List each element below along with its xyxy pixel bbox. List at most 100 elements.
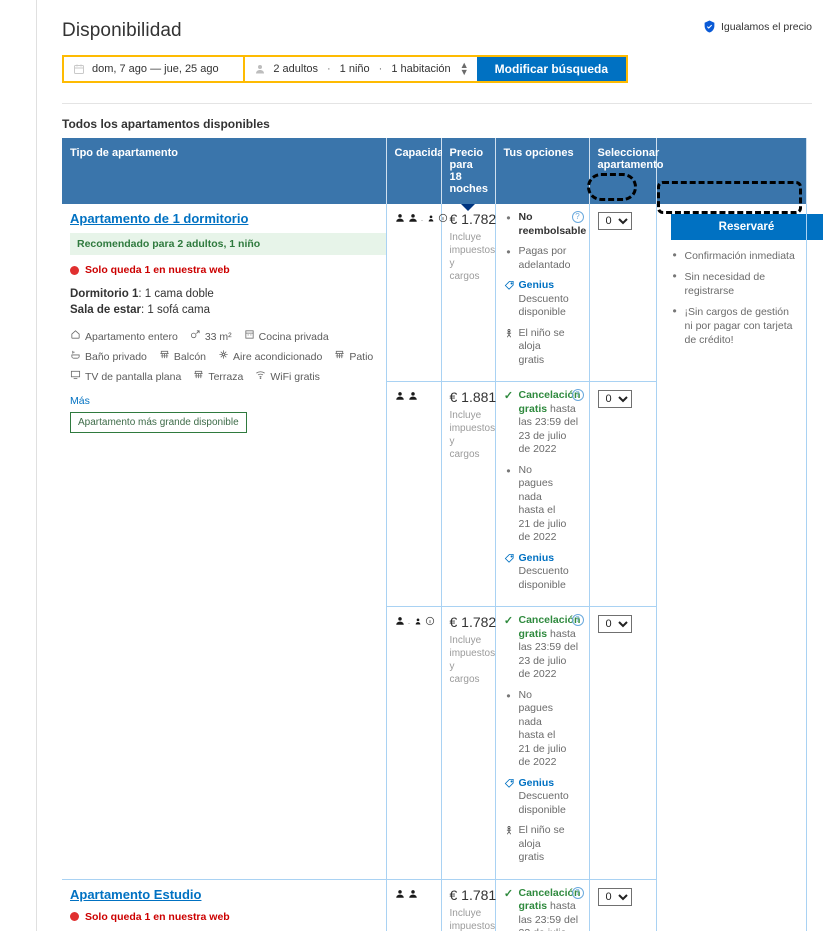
amenity-item: Balcón [159, 349, 206, 365]
quantity-select[interactable]: 01 [597, 212, 632, 230]
column-header-type: Tipo de apartamento [62, 138, 387, 204]
bigger-apartment-badge: Apartamento más grande disponible [70, 412, 247, 433]
price-amount: € 1.881 [449, 389, 497, 405]
question-icon[interactable]: ? [571, 389, 584, 401]
genius-label: Genius [518, 551, 555, 564]
search-bar: dom, 7 ago — jue, 25 ago 2 adultos · 1 n… [62, 55, 628, 83]
table-body: Apartamento de 1 dormitorio Recomendado p… [62, 204, 823, 931]
occupancy-children: 1 niño [339, 63, 370, 75]
genius-label: Genius [518, 776, 555, 789]
amenity-label: Apartamento entero [85, 331, 178, 343]
price-note: Incluye impuestos y cargos [449, 907, 496, 931]
amenity-label: Cocina privada [258, 331, 329, 343]
scarcity-label: Solo queda 1 en nuestra web [85, 264, 230, 276]
options-cell: ? ✓ Cancelación gratis hasta las 23:59 del… [495, 879, 590, 931]
page-title: Disponibilidad [62, 20, 182, 41]
tv-icon [70, 369, 81, 385]
book-button[interactable]: Reservaré [670, 214, 823, 240]
bullet-icon: • [506, 463, 511, 478]
option-item: Genius Descuento disponible [504, 777, 569, 818]
bullet-icon: • [506, 211, 511, 225]
amenity-item: 33 m² [190, 329, 232, 345]
adult-icon [408, 213, 418, 226]
option-item: Genius Descuento disponible [504, 279, 569, 320]
option-text: Descuento disponible [518, 292, 569, 319]
apartment-cell: Apartamento Estudio Solo queda 1 en nuest… [62, 879, 387, 931]
amenity-item: Cocina privada [244, 329, 329, 345]
rate-row: Apartamento de 1 dormitorio Recomendado p… [62, 204, 823, 931]
occupancy-sep-2: · [378, 63, 383, 75]
booking-perk-item: Sin necesidad de registrarse [671, 269, 798, 298]
price-note: Incluye impuestos y cargos [449, 635, 496, 685]
info-icon[interactable] [425, 616, 435, 629]
option-item: ✓ Cancelación gratis hasta las 23:59 del … [504, 887, 580, 931]
booking-perks-list: Confirmación inmediata Sin necesidad de r… [671, 248, 798, 347]
patio-icon [334, 349, 345, 365]
table-header-row: Tipo de apartamento Capacidad Precio par… [62, 138, 807, 211]
genius-tag-icon [504, 279, 514, 320]
price-cell: € 1.782 Incluye impuestos y cargos [441, 606, 496, 880]
quantity-select[interactable]: 01 [597, 615, 632, 633]
capacity-cell: · [386, 204, 447, 382]
apartment-name-link[interactable]: Apartamento Estudio [70, 887, 201, 902]
capacity-cell: · [386, 606, 442, 880]
option-text: No pagues nada hasta el 21 de julio de 2… [518, 688, 567, 769]
amenity-item: Baño privado [70, 349, 147, 365]
quantity-select[interactable]: 01 [597, 887, 632, 906]
occupancy-field[interactable]: 2 adultos · 1 niño · 1 habitación ▲ ▼ [243, 57, 477, 81]
date-range-field[interactable]: dom, 7 ago — jue, 25 ago [64, 57, 244, 81]
question-icon[interactable]: ? [571, 886, 584, 899]
amenity-item: WiFi gratis [255, 369, 320, 385]
apartment-cell: Apartamento de 1 dormitorio Recomendado p… [62, 204, 388, 880]
genius-tag-icon [504, 552, 514, 593]
option-item: • No pagues nada hasta el 21 de julio de … [504, 689, 569, 770]
info-icon[interactable] [438, 213, 448, 226]
more-link[interactable]: Más [70, 395, 378, 407]
modify-search-button[interactable]: Modificar búsqueda [476, 57, 626, 81]
option-text: El niño se aloja gratis [518, 824, 565, 863]
question-icon[interactable]: ? [571, 614, 584, 626]
scarcity-notice: Solo queda 1 en nuestra web [70, 911, 378, 923]
price-match-label: Igualamos el precio [720, 20, 812, 33]
adult-icon [395, 391, 405, 404]
bed-line: Dormitorio 1: 1 cama doble [70, 288, 214, 300]
options-cell: ? ✓ Cancelación gratis hasta las 23:59 del… [495, 381, 590, 607]
amenity-label: Baño privado [85, 351, 147, 363]
scarcity-label: Solo queda 1 en nuestra web [85, 910, 230, 923]
select-cell: 01 [589, 879, 657, 931]
options-cell: ? • No reembolsable • Pagas por adelantado Ge… [495, 204, 590, 382]
option-item: ✓ Cancelación gratis hasta las 23:59 del … [504, 614, 580, 682]
option-text: No pagues nada hasta el 21 de julio de 2… [518, 463, 567, 544]
adult-icon [395, 213, 405, 226]
select-cell: 01 [589, 606, 657, 880]
column-header-options: Tus opciones [495, 138, 590, 204]
price-note: Incluye impuestos y cargos [449, 232, 496, 282]
quantity-select[interactable]: 01 [597, 390, 632, 408]
amenity-label: Terraza [208, 371, 244, 383]
wifi-icon [255, 369, 266, 385]
booking-perk-item: ¡Sin cargos de gestión ni por pagar con … [671, 304, 798, 347]
capacity-separator: · [407, 617, 411, 628]
bullet-icon: • [506, 688, 511, 703]
child-icon [427, 214, 435, 226]
terrace-icon [193, 369, 204, 385]
check-icon: ✓ [503, 390, 514, 402]
price-match-badge: Igualamos el precio [703, 20, 812, 33]
option-text: Pagas por adelantado [518, 245, 571, 271]
capacity-icons: · [395, 211, 447, 226]
stepper-updown-icon[interactable]: ▲ ▼ [460, 61, 469, 77]
option-item: El niño se aloja gratis [504, 824, 569, 865]
capacity-separator: · [420, 214, 424, 225]
capacity-icons [395, 887, 433, 902]
alert-dot-icon [70, 912, 79, 921]
book-cell: Reservaré Confirmación inmediata Sin neces… [656, 204, 823, 931]
price-amount: € 1.782 [449, 211, 497, 227]
availability-table: Tipo de apartamento Capacidad Precio par… [62, 138, 823, 931]
alert-dot-icon [70, 265, 79, 275]
option-item: • No pagues nada hasta el 21 de julio de … [504, 464, 569, 545]
question-icon[interactable]: ? [571, 211, 584, 223]
column-header-price-label: Precio para 18 noches [449, 147, 489, 195]
child-icon [414, 617, 422, 629]
apartment-name-link[interactable]: Apartamento de 1 dormitorio [70, 211, 248, 226]
option-item: El niño se aloja gratis [504, 327, 569, 368]
